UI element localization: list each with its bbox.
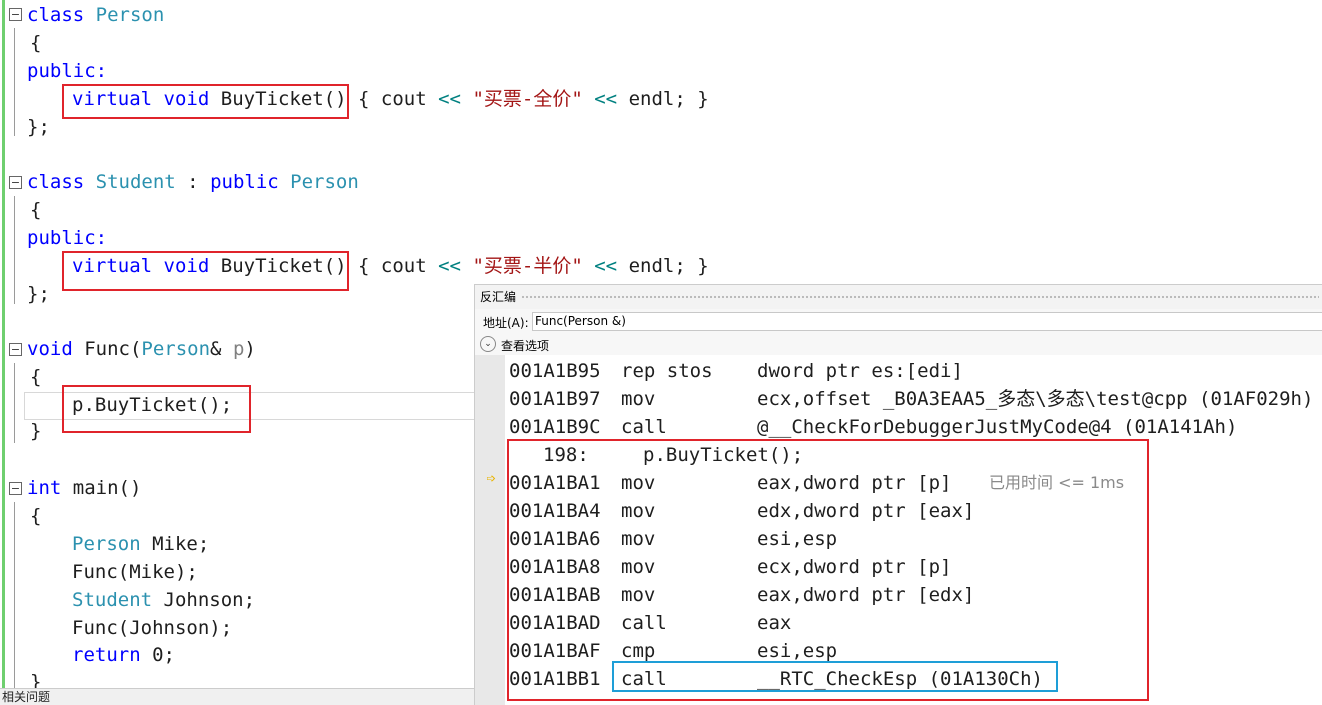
disassembly-gutter[interactable] <box>475 355 505 705</box>
instruction-operands: ecx,offset _B0A3EAA5_多态\多态\test@cpp (01A… <box>757 388 1314 410</box>
drag-grip[interactable] <box>521 295 1319 300</box>
disassembly-line[interactable]: 001A1B95 rep stos dword ptr es:[edi] <box>509 357 1319 385</box>
instruction-mnemonic: rep stos <box>621 360 713 382</box>
instruction-operands: dword ptr es:[edi] <box>757 360 963 382</box>
disassembly-line[interactable]: 001A1B9C call @__CheckForDebuggerJustMyCod… <box>509 413 1319 441</box>
address-input[interactable]: Func(Person &) <box>532 312 1322 331</box>
change-tracking-bar <box>2 0 5 704</box>
highlight-rtc-check <box>612 661 1058 692</box>
instruction-operands: @__CheckForDebuggerJustMyCode@4 (01A141A… <box>757 416 1238 438</box>
instruction-mnemonic: call <box>621 416 667 438</box>
scope-guide <box>14 363 15 443</box>
current-instruction-arrow-icon: ➩ <box>486 469 496 488</box>
collapse-person-icon[interactable]: − <box>9 8 22 21</box>
collapse-student-icon[interactable]: − <box>9 176 22 189</box>
highlight-student-virtual <box>62 251 349 291</box>
instruction-address: 001A1B97 <box>509 388 601 410</box>
view-options-row[interactable]: ⌄ 查看选项 <box>475 333 1322 355</box>
view-options-label[interactable]: 查看选项 <box>501 337 549 354</box>
status-bar: 相关问题 <box>0 688 477 705</box>
address-bar: 地址(A): Func(Person &) <box>475 309 1322 333</box>
scope-guide <box>14 28 15 136</box>
collapse-main-icon[interactable]: − <box>9 482 22 495</box>
disassembly-titlebar[interactable]: 反汇编 <box>475 285 1322 309</box>
instruction-mnemonic: mov <box>621 388 656 410</box>
disassembly-title: 反汇编 <box>480 290 517 304</box>
string-literal: "买票-半价" <box>472 255 583 277</box>
instruction-address: 001A1B9C <box>509 416 601 438</box>
string-literal: "买票-全价" <box>472 88 583 110</box>
instruction-address: 001A1B95 <box>509 360 601 382</box>
disassembly-window[interactable]: 反汇编 地址(A): Func(Person &) ⌄ 查看选项 ➩ 001A1… <box>474 284 1322 705</box>
scope-guide <box>14 502 15 688</box>
keyword: class <box>27 4 85 26</box>
scope-guide <box>14 196 15 304</box>
highlight-person-virtual <box>62 84 349 119</box>
disassembly-line[interactable]: 001A1B97 mov ecx,offset _B0A3EAA5_多态\多态\te… <box>509 385 1319 413</box>
chevron-down-icon[interactable]: ⌄ <box>480 336 496 352</box>
address-label: 地址(A): <box>483 316 529 330</box>
class-name: Person <box>95 4 165 26</box>
highlight-virtual-call <box>62 385 251 433</box>
collapse-func-icon[interactable]: − <box>9 343 22 356</box>
